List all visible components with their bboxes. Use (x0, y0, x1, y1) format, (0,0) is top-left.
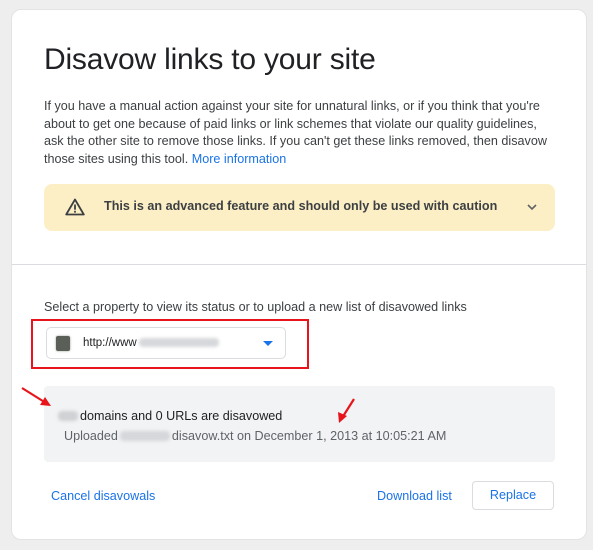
uploaded-suffix: disavow.txt on December 1, 2013 at 10:05… (171, 429, 447, 443)
warning-triangle-icon (65, 198, 85, 216)
redacted-filename (119, 431, 170, 441)
disavow-card: Disavow links to your site If you have a… (11, 9, 587, 540)
disavow-status-panel: domains and 0 URLs are disavowed Uploade… (44, 386, 555, 462)
page-title: Disavow links to your site (44, 43, 376, 76)
download-list-button[interactable]: Download list (377, 489, 452, 503)
caution-banner[interactable]: This is an advanced feature and should o… (44, 184, 555, 231)
replace-button[interactable]: Replace (472, 481, 554, 510)
disavow-count-text: domains and 0 URLs are disavowed (58, 409, 282, 423)
section-divider (12, 264, 586, 265)
redacted-count (58, 411, 78, 421)
cancel-disavowals-button[interactable]: Cancel disavowals (51, 489, 155, 503)
property-select-label: Select a property to view its status or … (44, 300, 467, 314)
disavow-count-suffix: domains and 0 URLs are disavowed (80, 409, 283, 423)
annotation-highlight-box (31, 319, 309, 369)
chevron-down-icon[interactable] (525, 200, 539, 214)
intro-text: If you have a manual action against your… (44, 99, 547, 166)
intro-paragraph: If you have a manual action against your… (44, 98, 554, 168)
caution-text: This is an advanced feature and should o… (104, 199, 498, 213)
upload-info-text: Uploaded disavow.txt on December 1, 2013 … (64, 429, 446, 443)
uploaded-prefix: Uploaded (64, 429, 118, 443)
more-information-link[interactable]: More information (192, 152, 287, 166)
